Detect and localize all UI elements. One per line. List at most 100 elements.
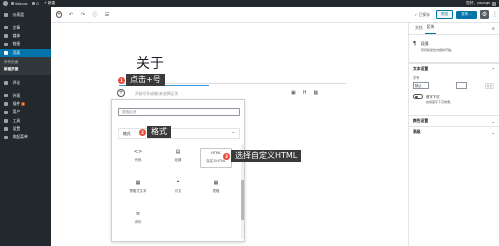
chevron-up-icon: ⌃ (231, 131, 235, 136)
submenu-all-pages[interactable]: 所有页面 (4, 59, 51, 66)
tool-icon (4, 118, 8, 123)
annotation-1-text: 点击+号 (126, 74, 165, 86)
classic-icon: ▤ (175, 149, 181, 155)
drop-cap-row: 首字下沉 (409, 91, 499, 100)
block-preformatted[interactable]: ▦ 预格式文本 (122, 179, 154, 199)
drop-cap-toggle[interactable] (413, 94, 423, 99)
tab-block[interactable]: 区块 (424, 24, 437, 34)
page-title[interactable]: 关于 (136, 53, 164, 73)
annotation-3-number: 3 (223, 152, 230, 160)
gallery-block-icon[interactable]: ▦ (314, 90, 319, 96)
panel-color-settings[interactable]: 颜色设置 ⌄ (409, 115, 499, 126)
chevron-down-icon: ⌄ (491, 118, 495, 124)
collapse-icon (4, 135, 8, 140)
verse-icon: ≡ (135, 211, 141, 217)
block-search-input[interactable]: 搜索区块 (118, 108, 240, 116)
block-navigation-icon[interactable]: ☰ (104, 12, 110, 18)
comments-link[interactable]: 0 (32, 2, 39, 6)
sidebar-item-plugins[interactable]: 插件 2 (0, 100, 51, 108)
inline-inserter-button[interactable]: + (117, 89, 125, 97)
sidebar-item-links[interactable]: 链接 (0, 40, 51, 48)
custom-font-size-input[interactable] (456, 82, 467, 89)
annotation-1-number: 1 (118, 76, 125, 84)
panel-text-settings[interactable]: 文本设置 ⌃ (409, 63, 499, 74)
annotation-2-number: 2 (139, 128, 146, 136)
font-size-reset-button[interactable]: 重置 (485, 82, 494, 89)
block-pullquote[interactable]: ❝ 引文 (162, 179, 194, 199)
new-content-link[interactable]: + 新建 (44, 1, 55, 6)
more-options-icon[interactable]: ⋮ (492, 11, 498, 18)
settings-tabs: 文档 区块 ✕ (409, 23, 499, 35)
add-block-button[interactable]: + (55, 11, 63, 18)
comment-icon (32, 2, 36, 5)
font-size-row: 默认 重置 (409, 80, 499, 91)
pullquote-icon: ❝ (176, 180, 180, 186)
gear-icon: ⚙ (481, 11, 488, 18)
block-card-description: 所有叙述性内容的开始。 (421, 48, 455, 52)
block-inserter-popover: 搜索区块 格式 ⌃ <> 代码 ▤ 经典 HTML 自定义HTML ▦ 预格式文本 ❝ 引… (111, 99, 245, 242)
block-table[interactable]: ▦ 表格 (200, 179, 232, 199)
user-greeting[interactable]: 您好，youngs (466, 1, 490, 6)
wordpress-logo-icon[interactable] (3, 1, 8, 6)
quick-block-icons: ▣ H ▦ (291, 90, 325, 96)
code-icon: <> (133, 149, 143, 155)
category-header-formatting[interactable]: 格式 ⌃ (118, 128, 240, 139)
sidebar-item-tools[interactable]: 工具 (0, 117, 51, 125)
plugin-update-badge: 2 (21, 101, 26, 106)
panel-advanced[interactable]: 高级 ⌄ (409, 126, 499, 137)
annotation-step-3: 3 选择自定义HTML (223, 150, 302, 162)
preformatted-icon: ▦ (135, 180, 141, 186)
block-classic[interactable]: ▤ 经典 (162, 148, 194, 168)
paragraph-icon: ¶ (413, 41, 417, 47)
sidebar-item-media[interactable]: 媒体 (0, 32, 51, 40)
font-size-select[interactable]: 默认 (413, 82, 429, 89)
settings-sidebar: 文档 区块 ✕ ¶ 段落 所有叙述性内容的开始。 文本设置 ⌃ 字号 默认 重置… (408, 23, 499, 246)
heading-block-icon[interactable]: H (303, 90, 307, 96)
sidebar-item-pages[interactable]: 页面 (0, 48, 51, 57)
block-placeholder[interactable]: 开始写作或输/来选择区块 (135, 91, 178, 97)
sidebar-item-settings[interactable]: 设置 (0, 125, 51, 133)
tab-document[interactable]: 文档 (413, 25, 425, 34)
chevron-up-icon: ⌃ (491, 66, 495, 72)
image-block-icon[interactable]: ▣ (291, 90, 296, 96)
chevron-down-icon: ⌄ (491, 129, 495, 135)
block-card-title: 段落 (421, 41, 429, 46)
home-icon (11, 2, 14, 5)
appearance-icon (4, 93, 8, 98)
pin-icon (4, 25, 8, 30)
avatar[interactable] (492, 1, 496, 6)
saved-status: ✓ 已保存 (414, 11, 431, 17)
sidebar-item-dashboard[interactable]: 仪表盘 (0, 11, 51, 19)
drop-cap-help: 启用首字下沉效果。 (426, 100, 454, 104)
info-icon[interactable]: ⓘ (92, 12, 98, 18)
site-name-link[interactable]: Sakura (11, 2, 27, 6)
block-verse[interactable]: ≡ 诗句 (122, 210, 154, 230)
close-icon[interactable]: ✕ (492, 26, 495, 34)
sidebar-item-appearance[interactable]: 外观 (0, 91, 51, 99)
plus-icon: + (55, 11, 63, 18)
redo-icon[interactable]: ↷ (80, 12, 86, 18)
settings-toggle-button[interactable]: ⚙ (480, 10, 489, 19)
preview-button[interactable]: 预览 (436, 10, 454, 19)
sidebar-item-users[interactable]: 用户 (0, 108, 51, 116)
annotation-step-1: 1 点击+号 (118, 74, 165, 86)
block-code[interactable]: <> 代码 (122, 148, 154, 168)
annotation-3-text: 选择自定义HTML (231, 150, 302, 162)
submenu-new-page[interactable]: 新建页面 (4, 66, 51, 73)
publish-button[interactable]: 发布… (456, 10, 477, 19)
page-icon (4, 50, 8, 55)
media-icon (4, 34, 8, 38)
drop-cap-label: 首字下沉 (426, 95, 440, 99)
sidebar-item-posts[interactable]: 文章 (0, 23, 51, 31)
admin-bar: Sakura 0 + 新建 您好，youngs (0, 0, 499, 7)
settings-icon (4, 127, 8, 131)
popover-scrollbar-thumb[interactable] (241, 180, 244, 220)
user-icon (4, 110, 8, 115)
undo-icon[interactable]: ↶ (68, 12, 74, 18)
dashboard-icon (4, 13, 8, 17)
table-icon: ▦ (213, 180, 219, 186)
sidebar-item-comments[interactable]: 评论 (0, 79, 51, 87)
admin-sidebar: 仪表盘 文章 媒体 链接 页面 所有页面 新建页面 评论 外观 插件 2 用户 工… (0, 7, 51, 246)
sidebar-collapse-menu[interactable]: 收起菜单 (0, 133, 51, 141)
category-label: 格式 (123, 130, 131, 136)
